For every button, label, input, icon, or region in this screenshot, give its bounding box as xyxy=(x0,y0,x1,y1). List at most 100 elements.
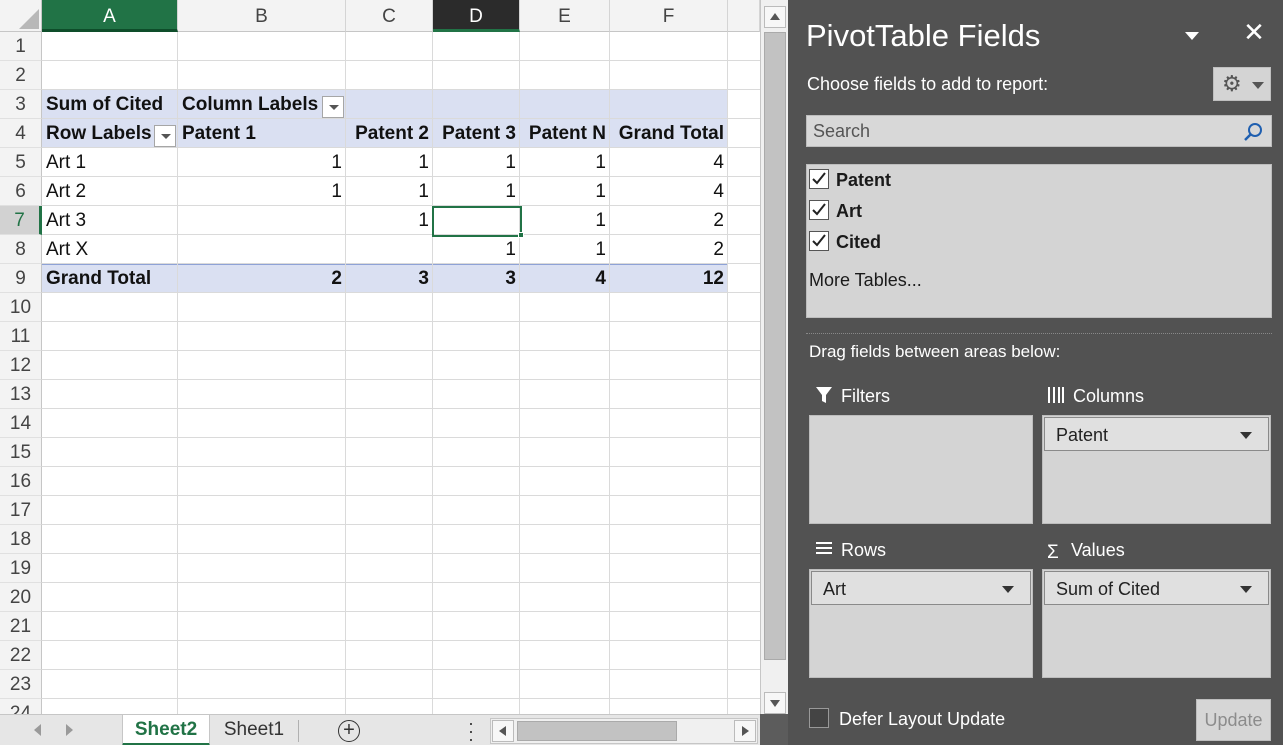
pivot-grand-total-cell[interactable]: 3 xyxy=(433,264,520,293)
row-header-16[interactable]: 16 xyxy=(0,467,42,496)
update-button[interactable]: Update xyxy=(1196,699,1271,741)
row-labels-filter-icon[interactable] xyxy=(154,125,176,147)
pivot-value-cell[interactable]: 4 xyxy=(610,148,728,177)
pivot-value-cell[interactable] xyxy=(346,235,433,264)
pivot-grand-total-cell[interactable]: 3 xyxy=(346,264,433,293)
filters-drop-area[interactable] xyxy=(809,415,1033,524)
worksheet-grid[interactable]: A B C D E F 1 2 3 4 5 6 7 8 9 10 11 12 13 14 15 16 17 18 19 20 21 2… xyxy=(0,0,760,714)
plus-circle-icon[interactable]: + xyxy=(338,720,360,742)
row-header-20[interactable]: 20 xyxy=(0,583,42,612)
tab-scroll-left-icon[interactable] xyxy=(34,724,41,736)
pivot-value-cell[interactable]: 1 xyxy=(520,235,610,264)
pivot-value-cell[interactable]: 1 xyxy=(178,148,346,177)
select-all-corner[interactable] xyxy=(0,0,42,32)
pivot-value-cell[interactable]: 1 xyxy=(346,148,433,177)
pivot-value-cell[interactable]: 1 xyxy=(520,177,610,206)
pivot-value-cell[interactable]: 2 xyxy=(610,235,728,264)
pivot-value-cell[interactable]: 1 xyxy=(433,177,520,206)
row-header-3[interactable]: 3 xyxy=(0,90,42,119)
pivot-grand-total-label[interactable]: Grand Total xyxy=(42,264,178,293)
pivot-value-cell[interactable]: 1 xyxy=(178,177,346,206)
pivot-column-header[interactable]: Patent 1 xyxy=(178,119,346,148)
row-header-12[interactable]: 12 xyxy=(0,351,42,380)
row-header-23[interactable]: 23 xyxy=(0,670,42,699)
pivot-value-cell[interactable]: 1 xyxy=(433,148,520,177)
row-header-21[interactable]: 21 xyxy=(0,612,42,641)
horizontal-scrollbar[interactable] xyxy=(490,718,758,744)
vertical-scrollbar[interactable] xyxy=(760,0,788,714)
rows-field-art[interactable]: Art xyxy=(811,571,1031,605)
column-header-c[interactable]: C xyxy=(346,0,433,32)
row-header-13[interactable]: 13 xyxy=(0,380,42,409)
more-tables-link[interactable]: More Tables... xyxy=(809,270,922,291)
active-cell-selection[interactable] xyxy=(432,206,522,237)
row-header-22[interactable]: 22 xyxy=(0,641,42,670)
row-header-17[interactable]: 17 xyxy=(0,496,42,525)
columns-field-patent[interactable]: Patent xyxy=(1044,417,1269,451)
horizontal-scroll-thumb[interactable] xyxy=(517,721,677,741)
row-header-10[interactable]: 10 xyxy=(0,293,42,322)
pivot-value-cell[interactable] xyxy=(178,206,346,235)
pivot-value-cell[interactable]: 1 xyxy=(346,206,433,235)
more-vertical-icon[interactable]: · · · xyxy=(466,714,476,745)
rows-drop-area[interactable]: Art xyxy=(809,569,1033,678)
pivot-row-label[interactable]: Art 3 xyxy=(42,206,178,235)
pivot-value-cell[interactable]: 1 xyxy=(433,235,520,264)
defer-checkbox[interactable] xyxy=(809,708,829,728)
field-item-art[interactable]: Art xyxy=(809,198,1109,226)
pivot-column-header[interactable]: Grand Total xyxy=(610,119,728,148)
chevron-down-icon[interactable] xyxy=(1002,586,1014,593)
pivot-grand-total-cell[interactable]: 2 xyxy=(178,264,346,293)
pivot-value-cell[interactable]: 4 xyxy=(610,177,728,206)
field-item-cited[interactable]: Cited xyxy=(809,229,1109,257)
scroll-down-icon[interactable] xyxy=(764,692,786,714)
checkbox-checked-icon[interactable] xyxy=(809,169,829,189)
field-item-patent[interactable]: Patent xyxy=(809,167,1109,195)
row-header-8[interactable]: 8 xyxy=(0,235,42,264)
scroll-left-icon[interactable] xyxy=(492,720,514,742)
vertical-scroll-thumb[interactable] xyxy=(764,32,786,660)
pivot-grand-total-cell[interactable]: 4 xyxy=(520,264,610,293)
row-header-15[interactable]: 15 xyxy=(0,438,42,467)
pivot-value-cell[interactable] xyxy=(178,235,346,264)
row-header-1[interactable]: 1 xyxy=(0,32,42,61)
column-header-f[interactable]: F xyxy=(610,0,728,32)
pivot-row-label[interactable]: Art X xyxy=(42,235,178,264)
close-icon[interactable]: ✕ xyxy=(1242,19,1266,45)
chevron-down-icon[interactable] xyxy=(1240,586,1252,593)
scroll-right-icon[interactable] xyxy=(734,720,756,742)
pivot-row-label[interactable]: Art 1 xyxy=(42,148,178,177)
row-header-6[interactable]: 6 xyxy=(0,177,42,206)
values-drop-area[interactable]: Sum of Cited xyxy=(1042,569,1271,678)
row-header-11[interactable]: 11 xyxy=(0,322,42,351)
column-header-e[interactable]: E xyxy=(520,0,610,32)
pane-options-dropdown-icon[interactable] xyxy=(1185,32,1199,40)
row-header-18[interactable]: 18 xyxy=(0,525,42,554)
pivot-column-header[interactable]: Patent N xyxy=(520,119,610,148)
row-header-5[interactable]: 5 xyxy=(0,148,42,177)
checkbox-checked-icon[interactable] xyxy=(809,200,829,220)
pivot-row-label[interactable]: Art 2 xyxy=(42,177,178,206)
values-field-sum-of-cited[interactable]: Sum of Cited xyxy=(1044,571,1269,605)
pivot-column-header[interactable]: Patent 2 xyxy=(346,119,433,148)
sheet-tab-sheet1[interactable]: Sheet1 xyxy=(212,715,296,745)
row-header-19[interactable]: 19 xyxy=(0,554,42,583)
scroll-up-icon[interactable] xyxy=(764,6,786,28)
pivot-value-cell[interactable]: 1 xyxy=(520,148,610,177)
tools-gear-button[interactable]: ⚙ xyxy=(1213,67,1271,101)
tab-scroll-right-icon[interactable] xyxy=(66,724,73,736)
column-labels-filter-icon[interactable] xyxy=(322,96,344,118)
search-input[interactable] xyxy=(807,116,1237,146)
column-header-d[interactable]: D xyxy=(433,0,520,32)
fill-handle[interactable] xyxy=(518,232,524,238)
column-header-b[interactable]: B xyxy=(178,0,346,32)
search-icon[interactable] xyxy=(1243,122,1263,142)
pivot-grand-total-cell[interactable]: 12 xyxy=(610,264,728,293)
sheet-tab-sheet2[interactable]: Sheet2 xyxy=(122,715,210,745)
row-header-24[interactable]: 24 xyxy=(0,699,42,714)
pivot-value-cell[interactable]: 1 xyxy=(346,177,433,206)
chevron-down-icon[interactable] xyxy=(1240,432,1252,439)
row-header-14[interactable]: 14 xyxy=(0,409,42,438)
pane-divider[interactable] xyxy=(806,333,1272,334)
pivot-column-header[interactable]: Patent 3 xyxy=(433,119,520,148)
